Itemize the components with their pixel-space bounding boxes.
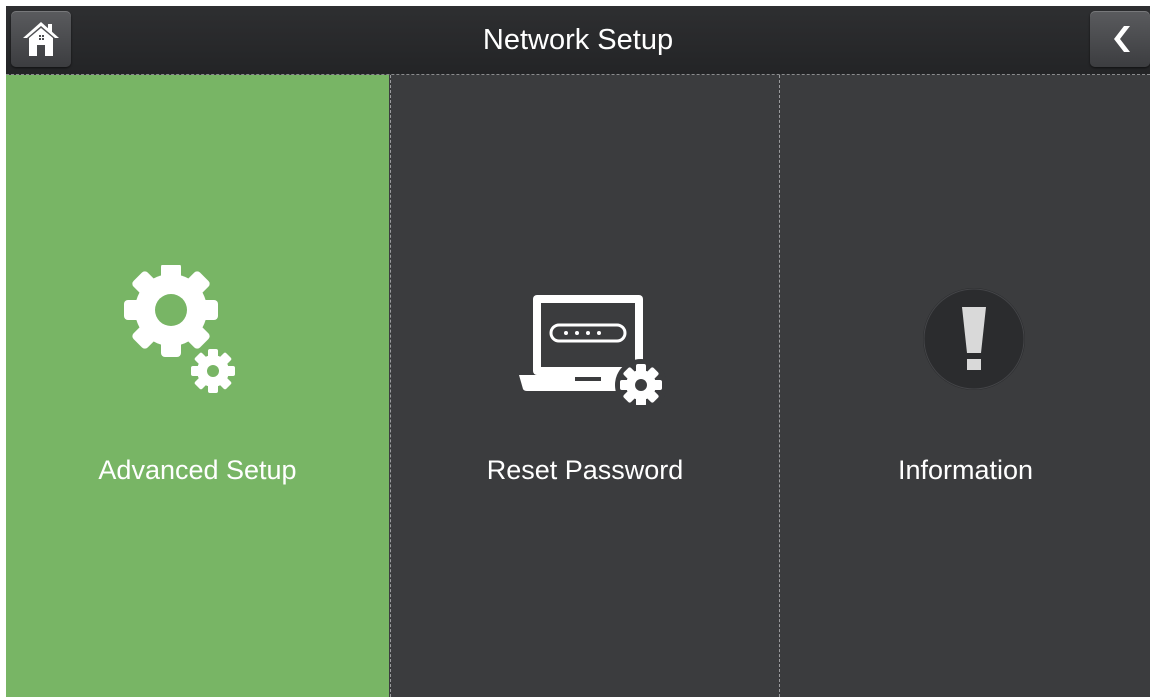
gears-icon [124,265,235,393]
advanced-setup-tile[interactable]: Advanced Setup [6,75,389,697]
menu-tiles: Advanced Setup Reset Password Informatio… [6,75,1150,697]
reset-password-tile[interactable]: Reset Password [390,75,779,697]
laptop-password-gear-icon [519,295,667,405]
tile-label-information: Information [897,455,1034,485]
information-tile[interactable]: Information [779,75,1150,697]
page-title: Network Setup [482,24,674,56]
chevron-left-icon [1114,26,1130,52]
home-button[interactable] [11,11,71,67]
header-bar: Network Setup [6,6,1150,75]
tile-label-reset-password: Reset Password [486,455,684,485]
tile-label-advanced-setup: Advanced Setup [98,455,297,485]
exclamation-icon [923,288,1025,390]
back-button[interactable] [1090,11,1150,67]
home-icon [23,22,59,56]
network-setup-screen: Network Setup Advanced Setup Reset Passw… [6,6,1150,697]
